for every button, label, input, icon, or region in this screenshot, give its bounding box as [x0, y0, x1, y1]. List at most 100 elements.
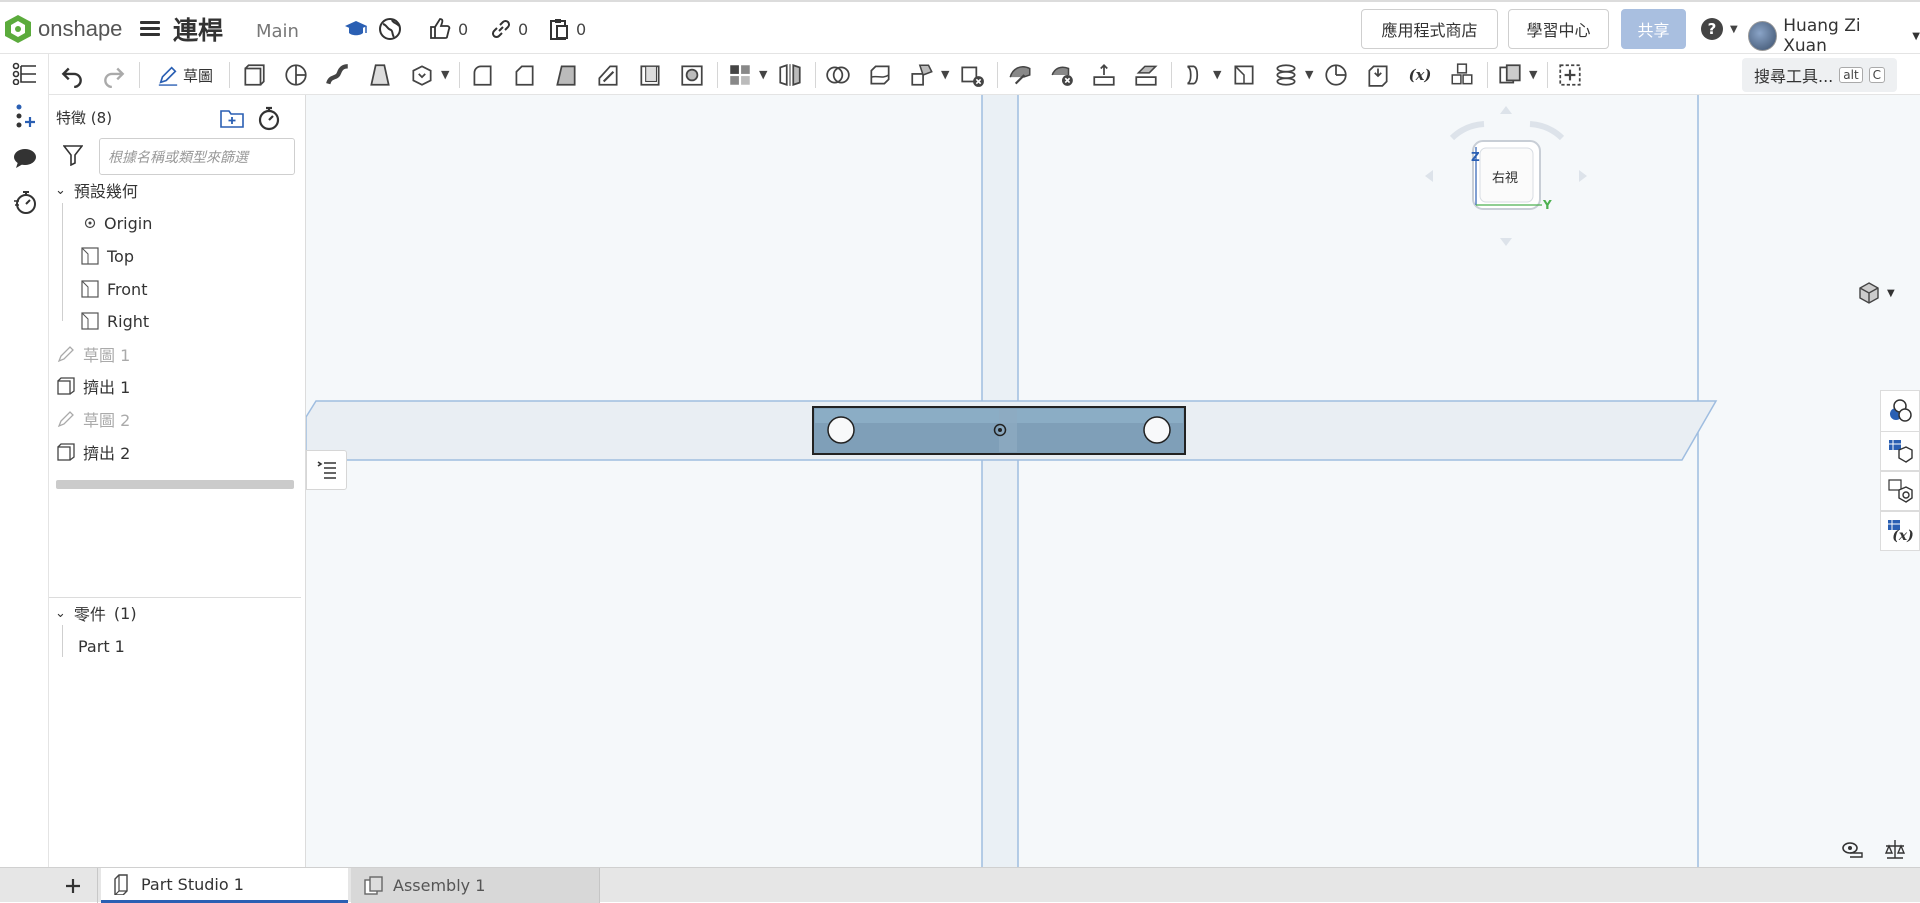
configurations-button[interactable] — [1880, 471, 1920, 511]
app-store-button[interactable]: 應用程式商店 — [1361, 9, 1498, 49]
view-options-button[interactable]: ▼ — [1857, 281, 1895, 305]
graphics-canvas[interactable]: 右視 Z Y ▼ — [306, 95, 1920, 867]
draft-tool[interactable] — [551, 60, 581, 90]
parts-group[interactable]: ⌄ 零件 (1) — [55, 600, 137, 626]
tree-item-right-plane[interactable]: Right — [81, 308, 149, 334]
mirror-tool[interactable] — [775, 60, 805, 90]
modify-fillet-tool[interactable] — [1005, 60, 1035, 90]
pin-hole[interactable] — [827, 416, 855, 444]
delete-part-tool[interactable] — [957, 60, 987, 90]
document-title[interactable]: 連桿 — [173, 11, 223, 47]
share-button[interactable]: 共享 — [1621, 9, 1686, 49]
sketch-button[interactable]: 草圖 — [149, 60, 221, 90]
model-viewport[interactable] — [306, 95, 1920, 867]
boolean-tool[interactable] — [823, 60, 853, 90]
insert-icon[interactable] — [11, 102, 39, 130]
tree-item-sketch-2[interactable]: 草圖 2 — [57, 406, 130, 432]
custom-feature-tool[interactable] — [1495, 60, 1525, 90]
onshape-logo[interactable]: onshape — [4, 14, 122, 44]
shell-icon — [640, 65, 660, 86]
move-face-tool[interactable] — [1089, 60, 1119, 90]
mate-connector-tool[interactable] — [1321, 60, 1351, 90]
transform-tool[interactable] — [907, 60, 937, 90]
delete-face-tool[interactable] — [1047, 60, 1077, 90]
hamburger-menu-icon[interactable] — [140, 18, 160, 38]
undo-button[interactable] — [57, 60, 87, 90]
bill-of-materials-button[interactable] — [1880, 431, 1920, 471]
search-tools-button[interactable]: 搜尋工具... alt C — [1742, 58, 1897, 92]
shell-tool[interactable] — [635, 60, 665, 90]
appearance-icon — [1890, 399, 1912, 422]
user-menu[interactable]: Huang Zi Xuan ▼ — [1748, 16, 1920, 56]
configure-tool[interactable] — [1447, 60, 1477, 90]
feature-list-toggle[interactable] — [306, 450, 347, 490]
feature-filter-input[interactable]: 根據名稱或類型來篩選 — [99, 138, 295, 175]
copies-button[interactable]: 0 — [548, 16, 586, 42]
timer-icon[interactable] — [11, 188, 39, 216]
split-tool[interactable] — [865, 60, 895, 90]
rollback-timer-icon[interactable] — [257, 105, 281, 135]
chevron-down-icon[interactable]: ▼ — [941, 68, 949, 81]
front-plane[interactable] — [982, 95, 1018, 867]
part-body[interactable] — [812, 406, 1186, 455]
pin-hole[interactable] — [1143, 416, 1171, 444]
plane-tool[interactable] — [1179, 60, 1209, 90]
variables-panel-button[interactable]: (x) — [1880, 511, 1920, 551]
sweep-tool[interactable] — [323, 60, 353, 90]
tree-item-extrude-1[interactable]: 擠出 1 — [57, 373, 130, 399]
tree-item-origin[interactable]: Origin — [84, 210, 152, 236]
feature-list-scrollbar[interactable] — [56, 480, 294, 489]
learning-cap-icon[interactable] — [344, 16, 368, 42]
thicken-tool[interactable] — [407, 60, 437, 90]
chevron-down-icon[interactable]: ▼ — [1529, 68, 1537, 81]
measure-icon[interactable] — [1841, 840, 1863, 862]
appearance-panel-button[interactable] — [1880, 390, 1920, 432]
feature-header-label: 特徵 — [56, 109, 87, 127]
chevron-down-icon[interactable]: ▼ — [441, 68, 449, 81]
construction-plane-tool[interactable] — [1229, 60, 1259, 90]
add-custom-feature-tool[interactable] — [1555, 60, 1585, 90]
chevron-down-icon[interactable]: ▼ — [1305, 68, 1313, 81]
learning-center-button[interactable]: 學習中心 — [1508, 9, 1609, 49]
hole-tool[interactable] — [677, 60, 707, 90]
chamfer-tool[interactable] — [509, 60, 539, 90]
loft-tool[interactable] — [365, 60, 395, 90]
feature-list-icon[interactable] — [11, 59, 39, 87]
pattern-tool[interactable] — [725, 60, 755, 90]
tree-item-extrude-2[interactable]: 擠出 2 — [57, 439, 130, 465]
tree-item-sketch-1[interactable]: 草圖 1 — [57, 341, 130, 367]
like-button[interactable]: 0 — [428, 16, 468, 42]
extrude-tool[interactable] — [239, 60, 269, 90]
filter-icon[interactable] — [62, 144, 84, 170]
part-item[interactable]: Part 1 — [78, 633, 125, 659]
redo-button[interactable] — [99, 60, 129, 90]
variable-tool[interactable]: (x) — [1405, 60, 1435, 90]
section-divider — [49, 597, 301, 598]
view-cube[interactable]: 右視 Z Y — [1406, 95, 1606, 315]
feature-tree-panel: 特徵 (8) 根據名稱或類型來篩選 ⌄ 預設幾何 Origin Top Fron… — [49, 95, 306, 867]
replace-face-tool[interactable] — [1131, 60, 1161, 90]
globe-icon[interactable] — [378, 16, 402, 42]
helix-tool[interactable] — [1271, 60, 1301, 90]
tab-assembly-1[interactable]: Assembly 1 — [351, 868, 600, 903]
add-folder-icon[interactable] — [219, 107, 245, 133]
comments-icon[interactable] — [11, 145, 39, 173]
revolve-tool[interactable] — [281, 60, 311, 90]
tab-part-studio-1[interactable]: Part Studio 1 — [101, 868, 348, 903]
help-button[interactable]: ? ▼ — [1700, 16, 1738, 42]
pencil-icon — [158, 66, 178, 86]
default-geometry-group[interactable]: ⌄ 預設幾何 — [55, 177, 138, 203]
import-tool[interactable] — [1363, 60, 1393, 90]
fillet-tool[interactable] — [467, 60, 497, 90]
chevron-down-icon[interactable]: ▼ — [1213, 68, 1221, 81]
branch-label[interactable]: Main — [256, 21, 299, 42]
mate-connector-icon — [1325, 64, 1347, 86]
mass-properties-icon[interactable] — [1884, 838, 1906, 864]
tree-item-front-plane[interactable]: Front — [81, 276, 147, 302]
tree-item-label: Top — [107, 246, 134, 266]
add-tab-button[interactable] — [49, 868, 98, 903]
rib-tool[interactable] — [593, 60, 623, 90]
links-button[interactable]: 0 — [490, 16, 528, 42]
tree-item-top-plane[interactable]: Top — [81, 243, 134, 269]
chevron-down-icon[interactable]: ▼ — [759, 68, 767, 81]
